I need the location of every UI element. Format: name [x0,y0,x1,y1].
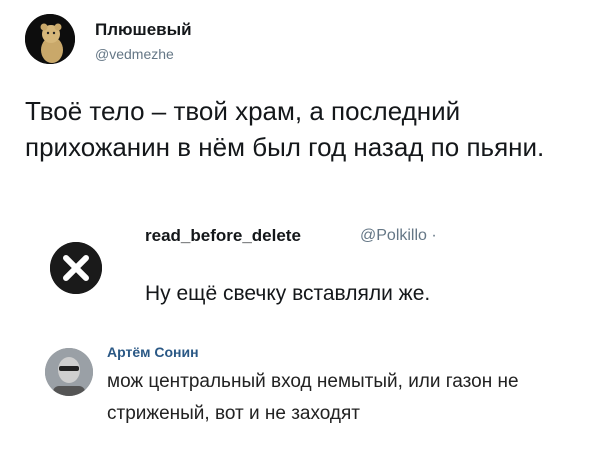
reply-author-handle[interactable]: @Polkillo · [360,227,437,245]
tweet-header: Плюшевый @vedmezhe [25,10,585,70]
comment-text: мож центральный вход немытый, или газон … [107,371,519,424]
avatar[interactable] [25,14,75,64]
person-avatar-icon [45,348,93,396]
tweet-text: Твоё тело – твой храм, а последний прихо… [25,96,545,162]
plush-bear-avatar-icon [25,14,75,64]
x-circle-icon[interactable] [50,242,102,294]
author-handle[interactable]: @vedmezhe [95,46,174,62]
avatar[interactable] [45,348,93,396]
reply-tweet: read_before_delete @Polkillo · Ну ещё св… [50,220,570,320]
reply-author-name[interactable]: read_before_delete [145,226,301,246]
author-name[interactable]: Плюшевый [95,20,192,40]
reply-text: Ну ещё свечку вставляли же. [145,282,431,305]
comment: Артём Сонин мож центральный вход немытый… [45,338,585,448]
comment-author-name[interactable]: Артём Сонин [107,344,199,360]
